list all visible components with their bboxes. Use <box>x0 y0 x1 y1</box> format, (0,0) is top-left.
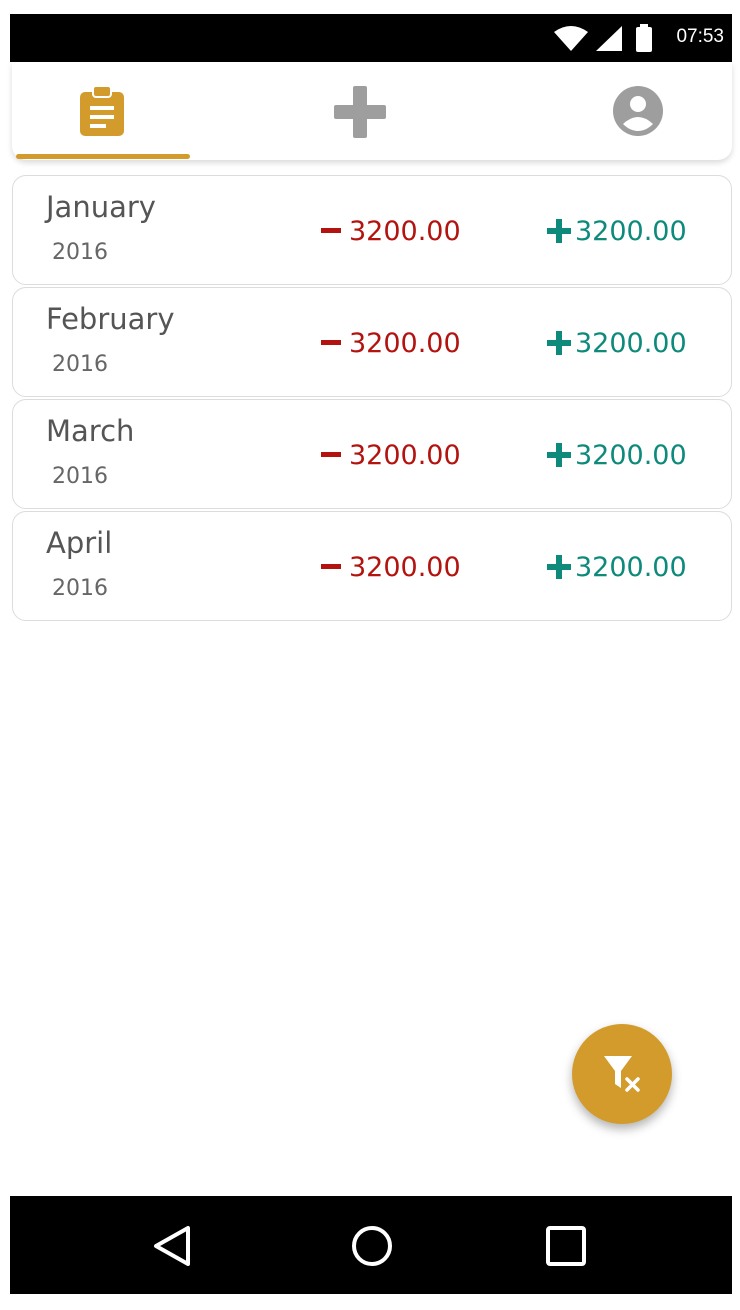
month-year: 2016 <box>52 240 108 265</box>
recents-icon[interactable] <box>544 1224 588 1268</box>
income-total: 3200.00 <box>547 440 687 471</box>
minus-icon <box>321 340 341 345</box>
expense-value: 3200.00 <box>349 328 461 359</box>
minus-icon <box>321 452 341 457</box>
plus-icon <box>547 330 571 355</box>
plus-icon <box>547 218 571 243</box>
expense-total: 3200.00 <box>321 328 461 359</box>
month-name: February <box>46 302 175 336</box>
system-navigation-bar <box>10 1196 732 1294</box>
tab-reports[interactable] <box>12 62 192 160</box>
month-year: 2016 <box>52 352 108 377</box>
expense-total: 3200.00 <box>321 440 461 471</box>
tab-profile[interactable] <box>552 62 732 160</box>
month-year: 2016 <box>52 464 108 489</box>
wifi-icon <box>554 26 588 51</box>
status-time: 07:53 <box>676 26 724 47</box>
income-value: 3200.00 <box>575 552 687 583</box>
minus-icon <box>321 228 341 233</box>
list-item[interactable]: January 2016 3200.00 3200.00 <box>12 175 732 285</box>
month-year: 2016 <box>52 576 108 601</box>
expense-total: 3200.00 <box>321 552 461 583</box>
minus-icon <box>321 564 341 569</box>
status-bar: 07:53 <box>10 14 732 62</box>
income-total: 3200.00 <box>547 216 687 247</box>
active-tab-indicator <box>16 154 190 159</box>
top-tab-bar <box>12 62 732 160</box>
clear-filter-button[interactable] <box>572 1024 672 1124</box>
income-value: 3200.00 <box>575 216 687 247</box>
battery-icon <box>636 24 652 52</box>
income-total: 3200.00 <box>547 552 687 583</box>
month-name: March <box>46 414 135 448</box>
tab-add[interactable] <box>252 62 452 160</box>
expense-total: 3200.00 <box>321 216 461 247</box>
income-value: 3200.00 <box>575 328 687 359</box>
month-name: April <box>46 526 113 560</box>
home-icon[interactable] <box>350 1224 394 1268</box>
clipboard-icon <box>80 86 124 136</box>
income-value: 3200.00 <box>575 440 687 471</box>
plus-icon <box>334 86 386 138</box>
account-circle-icon <box>613 86 663 136</box>
expense-value: 3200.00 <box>349 216 461 247</box>
month-name: January <box>46 190 156 224</box>
cell-signal-icon <box>596 26 622 51</box>
expense-value: 3200.00 <box>349 552 461 583</box>
plus-icon <box>547 442 571 467</box>
income-total: 3200.00 <box>547 328 687 359</box>
app-screen: 07:53 January 2016 3200.00 3200.00 Febru… <box>0 0 740 1310</box>
list-item[interactable]: March 2016 3200.00 3200.00 <box>12 399 732 509</box>
back-icon[interactable] <box>150 1224 194 1268</box>
plus-icon <box>547 554 571 579</box>
list-item[interactable]: April 2016 3200.00 3200.00 <box>12 511 732 621</box>
list-item[interactable]: February 2016 3200.00 3200.00 <box>12 287 732 397</box>
filter-clear-icon <box>604 1056 640 1092</box>
expense-value: 3200.00 <box>349 440 461 471</box>
